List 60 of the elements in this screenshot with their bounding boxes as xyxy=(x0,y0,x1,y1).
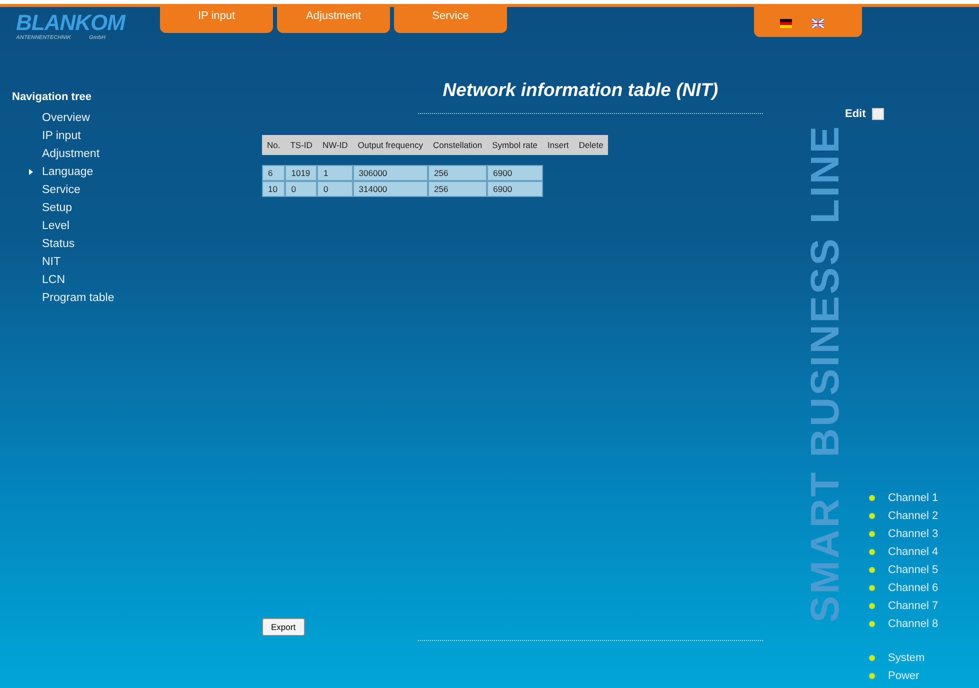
status-label: Channel 4 xyxy=(888,546,938,558)
status-dot-icon xyxy=(869,621,875,627)
edit-label: Edit xyxy=(845,108,866,120)
status-label: Channel 8 xyxy=(888,618,938,630)
table-cell: 0 xyxy=(317,181,353,197)
sidebar-item[interactable]: Setup xyxy=(42,202,72,214)
status-label: Channel 2 xyxy=(888,510,938,522)
status-dot-icon xyxy=(869,673,875,679)
sidebar-item[interactable]: Service xyxy=(42,184,80,196)
table-cell: 6900 xyxy=(487,165,542,181)
page-title: Network information table (NIT) xyxy=(442,79,718,101)
status-dot-icon xyxy=(869,549,875,555)
status-dot-icon xyxy=(869,585,875,591)
edit-checkbox[interactable] xyxy=(872,108,884,120)
status-label: Channel 7 xyxy=(888,600,938,612)
status-dot-icon xyxy=(869,531,875,537)
table-cell: 6 xyxy=(262,165,286,181)
sidebar-item[interactable]: Language xyxy=(42,166,94,178)
sidebar-item[interactable]: LCN xyxy=(42,274,66,286)
status-dot-icon xyxy=(869,567,875,573)
german-flag-icon[interactable] xyxy=(780,19,792,28)
column-header: Insert xyxy=(542,135,574,155)
sidebar-item[interactable]: Adjustment xyxy=(42,148,100,160)
table-cell: 314000 xyxy=(352,181,428,197)
sidebar-item[interactable]: Status xyxy=(42,238,75,250)
status-label: Power xyxy=(888,670,920,682)
status-label: Channel 6 xyxy=(888,582,938,594)
sidebar-title: Navigation tree xyxy=(12,91,92,103)
column-header: Output frequency xyxy=(352,135,428,155)
table-cell: 306000 xyxy=(352,165,428,181)
column-header: Constellation xyxy=(428,135,488,155)
status-label: Channel 5 xyxy=(888,564,938,576)
export-button[interactable]: Export xyxy=(262,618,305,636)
slogan-text: SMART BUSINESS LINE xyxy=(803,124,848,623)
sidebar-item[interactable]: NIT xyxy=(42,256,61,268)
sidebar-item[interactable]: IP input xyxy=(42,130,81,142)
table-cell: 6900 xyxy=(487,181,542,197)
column-header: NW-ID xyxy=(317,135,353,155)
status-label: System xyxy=(888,652,925,664)
status-label: Channel 1 xyxy=(888,492,938,504)
status-dot-icon xyxy=(869,495,875,501)
table-cell: 1019 xyxy=(285,165,318,181)
sidebar-item[interactable]: Overview xyxy=(42,112,90,124)
table-cell: 0 xyxy=(285,181,318,197)
column-header: No. xyxy=(262,135,286,155)
table-cell: 256 xyxy=(428,165,488,181)
status-dot-icon xyxy=(869,513,875,519)
table-cell: 256 xyxy=(428,181,488,197)
column-header: Symbol rate xyxy=(487,135,542,155)
sidebar-item[interactable]: Level xyxy=(42,220,70,232)
table-cell: 1 xyxy=(317,165,353,181)
status-dot-icon xyxy=(869,603,875,609)
uk-flag-icon[interactable] xyxy=(812,19,824,28)
table-cell: 10 xyxy=(262,181,286,197)
logo-text: BLANKOM xyxy=(16,11,127,35)
status-dot-icon xyxy=(869,655,875,661)
column-header: Delete xyxy=(574,135,608,155)
sidebar-item[interactable]: Program table xyxy=(42,292,114,304)
status-label: Channel 3 xyxy=(888,528,938,540)
column-header: TS-ID xyxy=(285,135,318,155)
